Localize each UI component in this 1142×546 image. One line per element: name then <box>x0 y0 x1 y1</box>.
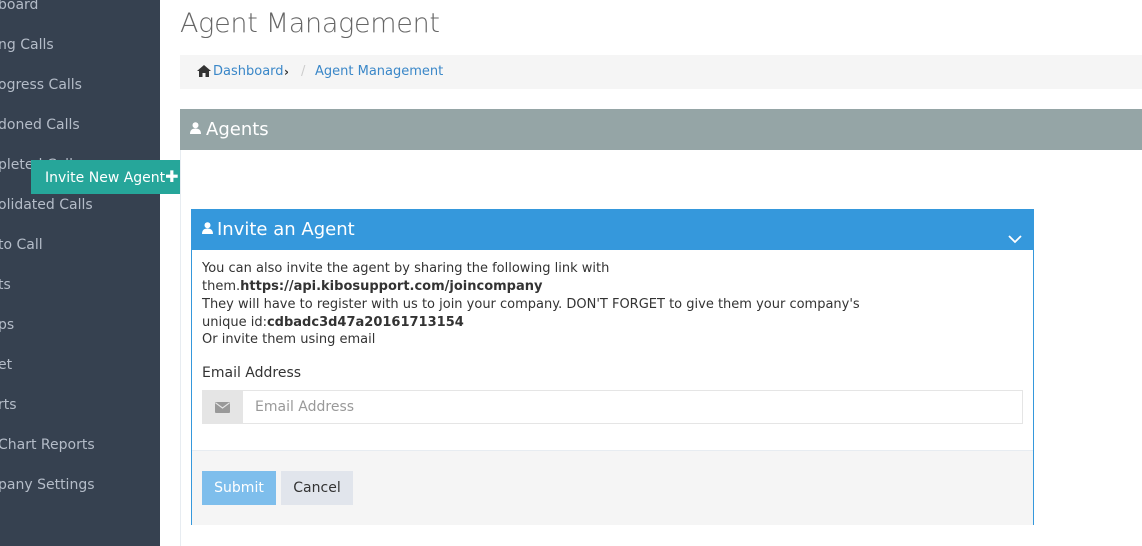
sidebar-item-abandoned-calls[interactable]: doned Calls <box>0 115 160 155</box>
email-input-group <box>202 390 1023 424</box>
breadcrumb-dashboard-link[interactable]: Dashboard <box>213 55 284 89</box>
chevron-right-icon: › <box>284 65 289 79</box>
plus-icon: ✚ <box>165 167 179 186</box>
home-icon <box>197 55 211 89</box>
sidebar-item-consolidated-calls[interactable]: olidated Calls <box>0 195 160 235</box>
user-icon <box>190 109 201 150</box>
sidebar-item-chart-reports[interactable]: Chart Reports <box>0 435 160 475</box>
invite-agent-panel: Invite an Agent You can also invite the … <box>191 209 1034 525</box>
cancel-button[interactable]: Cancel <box>281 471 353 505</box>
sidebar-item-to-call[interactable]: to Call <box>0 235 160 275</box>
sidebar-item-et[interactable]: et <box>0 355 160 395</box>
agents-panel-title: Agents <box>206 119 269 140</box>
breadcrumb: Dashboard › / Agent Management <box>180 55 1142 89</box>
sidebar-item-label: doned Calls <box>0 117 80 133</box>
sidebar-item-ts[interactable]: ts <box>0 275 160 315</box>
sidebar: board ng Calls ogress Calls doned Calls … <box>0 0 160 546</box>
page-title: Agent Management <box>180 8 440 39</box>
chevron-down-icon[interactable] <box>1007 222 1023 244</box>
or-invite-email-text: Or invite them using email <box>202 332 376 347</box>
submit-button[interactable]: Submit <box>202 471 276 505</box>
invite-info-text: You can also invite the agent by sharing… <box>202 260 902 332</box>
form-actions: Submit Cancel <box>192 450 1033 525</box>
agents-panel-header: Agents <box>180 109 1142 150</box>
invite-button-label: Invite New Agent <box>45 170 166 186</box>
user-icon <box>202 210 213 250</box>
email-field[interactable] <box>242 390 1023 424</box>
sidebar-item-in-progress-calls[interactable]: ogress Calls <box>0 75 160 115</box>
sidebar-item-label: ogress Calls <box>0 77 82 93</box>
breadcrumb-separator: / <box>301 64 306 79</box>
sidebar-item-label: ts <box>0 277 11 293</box>
sidebar-item-label: rts <box>0 397 17 413</box>
sidebar-item-incoming-calls[interactable]: ng Calls <box>0 35 160 75</box>
company-id: cdbadc3d47a20161713154 <box>266 315 464 330</box>
sidebar-item-label: ng Calls <box>0 37 54 53</box>
sidebar-item-label: board <box>0 0 39 13</box>
invite-panel-header[interactable]: Invite an Agent <box>192 210 1033 250</box>
invite-panel-title: Invite an Agent <box>217 219 355 240</box>
sidebar-item-ps[interactable]: ps <box>0 315 160 355</box>
invite-new-agent-button[interactable]: Invite New Agent✚ <box>31 160 180 194</box>
email-label: Email Address <box>202 365 302 381</box>
sidebar-item-reports[interactable]: rts <box>0 395 160 435</box>
sidebar-item-label: Chart Reports <box>0 437 95 453</box>
breadcrumb-current: Agent Management <box>315 64 444 79</box>
sidebar-item-label: et <box>0 357 13 373</box>
sidebar-item-company-settings[interactable]: pany Settings <box>0 475 160 515</box>
envelope-icon <box>202 390 242 424</box>
sidebar-item-label: olidated Calls <box>0 197 93 213</box>
sidebar-item-label: pany Settings <box>0 477 95 493</box>
sidebar-item-dashboard[interactable]: board <box>0 0 160 35</box>
sidebar-item-label: ps <box>0 317 15 333</box>
invite-link: https://api.kibosupport.com/joincompany <box>240 279 543 294</box>
sidebar-item-label: to Call <box>0 237 43 253</box>
